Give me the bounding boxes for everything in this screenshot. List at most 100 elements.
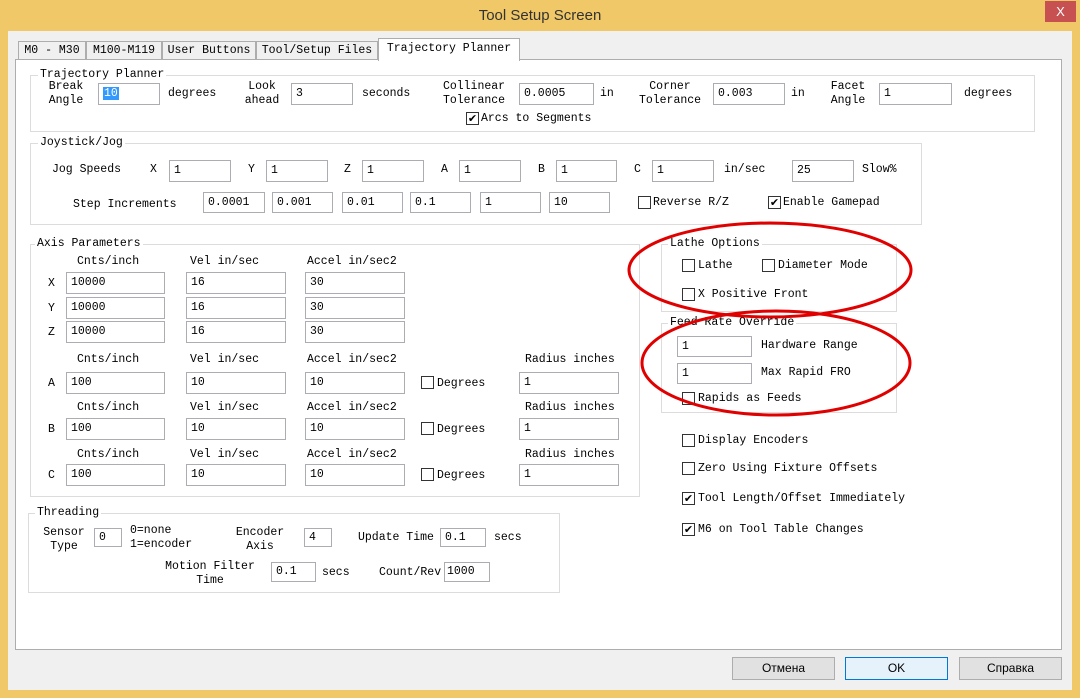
label: Motion Filter bbox=[165, 560, 255, 573]
axis-label: Z bbox=[48, 326, 55, 339]
tool-length-offset-checkbox[interactable]: ✔ bbox=[682, 492, 695, 505]
x-positive-front-checkbox[interactable] bbox=[682, 288, 695, 301]
degrees-checkbox[interactable] bbox=[421, 376, 434, 389]
jog-speed-z[interactable]: 1 bbox=[362, 160, 424, 182]
column-header: Accel in/sec2 bbox=[307, 448, 397, 461]
label: Update Time bbox=[358, 531, 434, 544]
tab-m100-m119[interactable]: M100-M119 bbox=[86, 41, 162, 60]
collinear-tolerance-input[interactable]: 0.0005 bbox=[519, 83, 594, 105]
vel-input[interactable]: 10 bbox=[186, 464, 286, 486]
group-label: Feed Rate Override bbox=[668, 316, 797, 329]
cnts-input[interactable]: 10000 bbox=[66, 297, 165, 319]
hardware-range-input[interactable]: 1 bbox=[677, 336, 752, 357]
column-header: Cnts/inch bbox=[77, 353, 140, 366]
accel-input[interactable]: 30 bbox=[305, 272, 405, 294]
label: Lathe bbox=[698, 259, 733, 272]
label: degrees bbox=[964, 87, 1013, 100]
jog-speed-a[interactable]: 1 bbox=[459, 160, 521, 182]
column-header: Vel in/sec bbox=[190, 401, 260, 414]
jog-speed-c[interactable]: 1 bbox=[652, 160, 714, 182]
corner-tolerance-input[interactable]: 0.003 bbox=[713, 83, 785, 105]
display-encoders-checkbox[interactable] bbox=[682, 434, 695, 447]
step-input[interactable]: 10 bbox=[549, 192, 610, 213]
jog-group bbox=[30, 143, 922, 225]
label: Max Rapid FRO bbox=[761, 366, 851, 379]
ok-button[interactable]: OK bbox=[845, 657, 948, 680]
cancel-button[interactable]: Отмена bbox=[732, 657, 835, 680]
label: in bbox=[600, 87, 614, 100]
facet-angle-input[interactable]: 1 bbox=[879, 83, 952, 105]
look-ahead-input[interactable]: 3 bbox=[291, 83, 353, 105]
reverse-rz-checkbox[interactable] bbox=[638, 196, 651, 209]
axis-label: A bbox=[441, 163, 448, 176]
count-rev-input[interactable]: 1000 bbox=[444, 562, 490, 582]
step-input[interactable]: 0.1 bbox=[410, 192, 471, 213]
group-label: Joystick/Jog bbox=[38, 136, 125, 149]
cnts-input[interactable]: 10000 bbox=[66, 321, 165, 343]
label: Diameter Mode bbox=[778, 259, 868, 272]
vel-input[interactable]: 16 bbox=[186, 321, 286, 343]
accel-input[interactable]: 10 bbox=[305, 372, 405, 394]
jog-speed-x[interactable]: 1 bbox=[169, 160, 231, 182]
m6-tool-table-checkbox[interactable]: ✔ bbox=[682, 523, 695, 536]
jog-speed-y[interactable]: 1 bbox=[266, 160, 328, 182]
step-input[interactable]: 1 bbox=[480, 192, 541, 213]
tab-trajectory-planner[interactable]: Trajectory Planner bbox=[378, 38, 520, 61]
cnts-input[interactable]: 10000 bbox=[66, 272, 165, 294]
step-input[interactable]: 0.0001 bbox=[203, 192, 265, 213]
label: secs bbox=[494, 531, 522, 544]
cnts-input[interactable]: 100 bbox=[66, 464, 165, 486]
label: Type bbox=[50, 540, 78, 553]
encoder-axis-input[interactable]: 4 bbox=[304, 528, 332, 547]
label: Step Increments bbox=[73, 198, 177, 211]
axis-label: B bbox=[48, 423, 55, 436]
accel-input[interactable]: 30 bbox=[305, 297, 405, 319]
accel-input[interactable]: 10 bbox=[305, 418, 405, 440]
accel-input[interactable]: 30 bbox=[305, 321, 405, 343]
tab-user-buttons[interactable]: User Buttons bbox=[162, 41, 256, 60]
column-header: Radius inches bbox=[525, 448, 615, 461]
axis-label: X bbox=[48, 277, 55, 290]
jog-speed-b[interactable]: 1 bbox=[556, 160, 617, 182]
enable-gamepad-checkbox[interactable]: ✔ bbox=[768, 196, 781, 209]
degrees-checkbox[interactable] bbox=[421, 422, 434, 435]
slow-percent-input[interactable]: 25 bbox=[792, 160, 854, 182]
vel-input[interactable]: 16 bbox=[186, 272, 286, 294]
radius-input[interactable]: 1 bbox=[519, 464, 619, 486]
cnts-input[interactable]: 100 bbox=[66, 418, 165, 440]
axis-label: X bbox=[150, 163, 157, 176]
zero-fixture-offsets-checkbox[interactable] bbox=[682, 462, 695, 475]
label: Display Encoders bbox=[698, 434, 809, 447]
lathe-checkbox[interactable] bbox=[682, 259, 695, 272]
diameter-mode-checkbox[interactable] bbox=[762, 259, 775, 272]
rapids-as-feeds-checkbox[interactable] bbox=[682, 392, 695, 405]
help-button[interactable]: Справка bbox=[959, 657, 1062, 680]
step-input[interactable]: 0.01 bbox=[342, 192, 403, 213]
tab-m0-m30[interactable]: M0 - M30 bbox=[18, 41, 86, 60]
label: Sensor bbox=[43, 526, 85, 539]
group-label: Axis Parameters bbox=[35, 237, 143, 250]
vel-input[interactable]: 10 bbox=[186, 418, 286, 440]
label: Look bbox=[248, 80, 276, 93]
motion-filter-input[interactable]: 0.1 bbox=[271, 562, 316, 582]
cnts-input[interactable]: 100 bbox=[66, 372, 165, 394]
arcs-to-segments-checkbox[interactable]: ✔ bbox=[466, 112, 479, 125]
column-header: Vel in/sec bbox=[190, 448, 260, 461]
label: secs bbox=[322, 566, 350, 579]
vel-input[interactable]: 10 bbox=[186, 372, 286, 394]
sensor-type-input[interactable]: 0 bbox=[94, 528, 122, 547]
break-angle-input[interactable]: 10 bbox=[98, 83, 160, 105]
axis-label: Y bbox=[48, 302, 55, 315]
degrees-checkbox[interactable] bbox=[421, 468, 434, 481]
radius-input[interactable]: 1 bbox=[519, 372, 619, 394]
accel-input[interactable]: 10 bbox=[305, 464, 405, 486]
max-rapid-fro-input[interactable]: 1 bbox=[677, 363, 752, 384]
radius-input[interactable]: 1 bbox=[519, 418, 619, 440]
step-input[interactable]: 0.001 bbox=[272, 192, 333, 213]
label: M6 on Tool Table Changes bbox=[698, 523, 864, 536]
label: Degrees bbox=[437, 469, 486, 482]
tab-tool-setup-files[interactable]: Tool/Setup Files bbox=[256, 41, 378, 60]
vel-input[interactable]: 16 bbox=[186, 297, 286, 319]
close-button[interactable]: X bbox=[1045, 1, 1076, 22]
update-time-input[interactable]: 0.1 bbox=[440, 528, 486, 547]
